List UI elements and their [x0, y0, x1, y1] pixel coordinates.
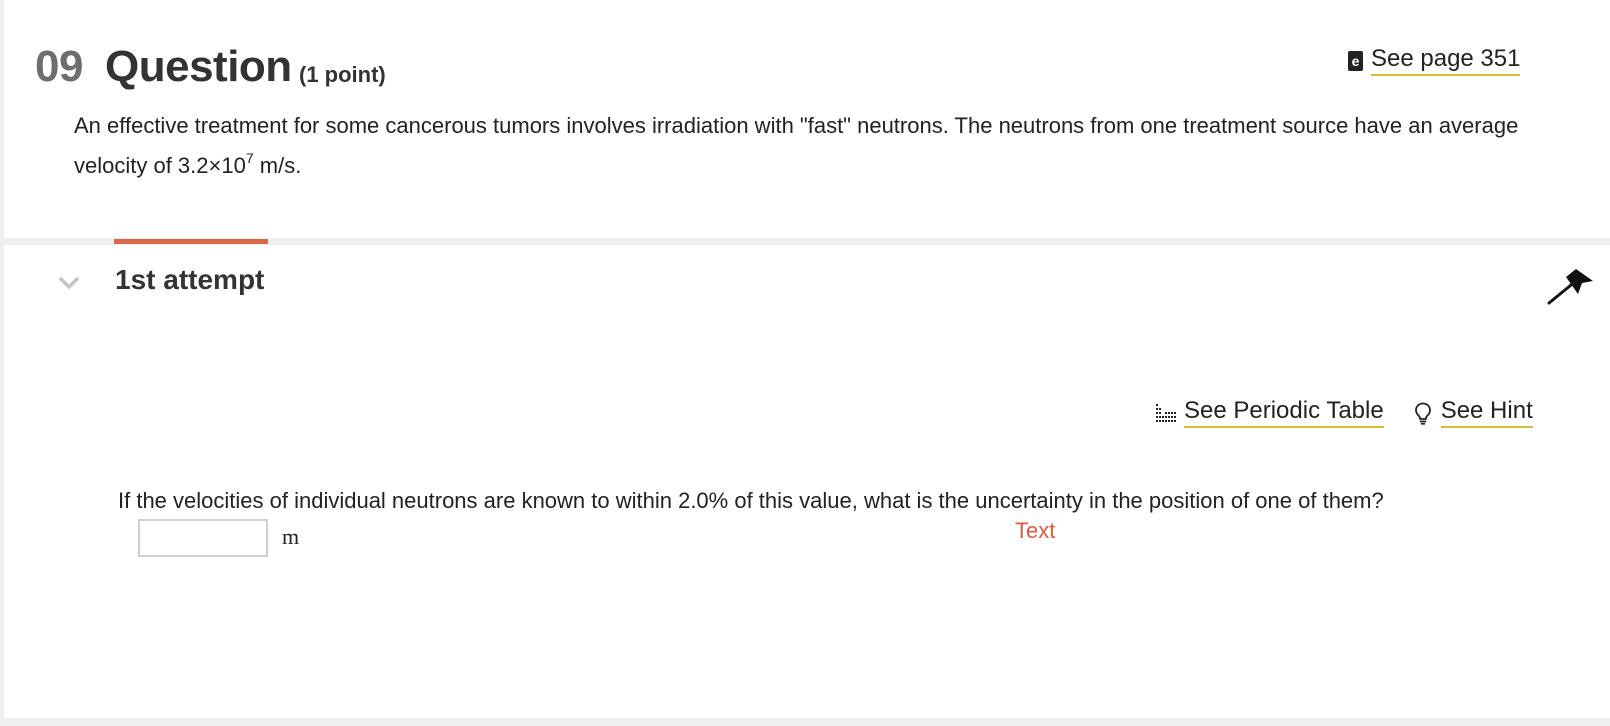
- chevron-down-icon[interactable]: [58, 272, 80, 294]
- see-page-label[interactable]: See page 351: [1371, 45, 1521, 76]
- question-title: Question: [105, 42, 292, 91]
- text-annotation: Text: [1015, 518, 1056, 543]
- lightbulb-icon: [1414, 402, 1431, 425]
- attempt-label: 1st attempt: [115, 264, 265, 295]
- ebook-icon: e: [1348, 50, 1363, 71]
- periodic-table-link[interactable]: See Periodic Table: [1154, 397, 1384, 428]
- answer-unit: m: [282, 524, 300, 549]
- collapse-arrow-icon[interactable]: [1546, 268, 1596, 308]
- hint-label[interactable]: See Hint: [1440, 397, 1533, 428]
- question-prompt: If the velocities of individual neutrons…: [118, 488, 1384, 513]
- question-number: 09: [35, 42, 83, 91]
- intro-exponent: 7: [245, 149, 254, 166]
- tool-links: See Periodic Table See Hint: [1154, 397, 1533, 428]
- question-intro: An effective treatment for some cancerou…: [74, 106, 1574, 186]
- intro-unit: m/s.: [253, 153, 302, 178]
- see-page-link[interactable]: e See page 351: [1348, 45, 1521, 76]
- answer-input[interactable]: [138, 519, 268, 557]
- periodic-table-icon: [1156, 403, 1176, 422]
- attempt-card: [4, 245, 1610, 718]
- hint-link[interactable]: See Hint: [1411, 397, 1533, 428]
- attempt-tab-indicator: [114, 239, 268, 244]
- question-points: (1 point): [299, 62, 386, 87]
- periodic-table-label[interactable]: See Periodic Table: [1184, 397, 1384, 428]
